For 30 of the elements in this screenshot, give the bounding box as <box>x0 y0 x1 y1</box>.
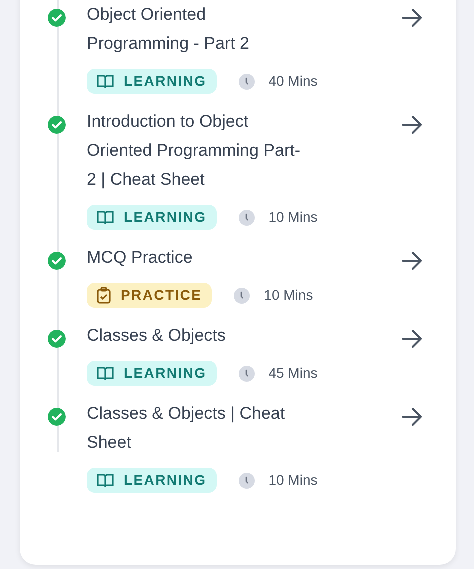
badge-label: LEARNING <box>124 72 207 91</box>
book-icon <box>97 473 114 488</box>
clock-icon <box>238 210 255 226</box>
duration-text: 10 Mins <box>264 286 314 305</box>
clock-icon <box>238 472 255 488</box>
arrow-right-icon[interactable] <box>402 408 422 426</box>
clock-icon <box>234 288 250 304</box>
arrow-right-icon[interactable] <box>402 252 422 270</box>
badge-label: LEARNING <box>124 471 207 490</box>
lesson-title[interactable]: Classes & Objects <box>87 321 309 350</box>
book-icon <box>97 366 114 381</box>
arrow-right-icon[interactable] <box>402 330 422 348</box>
duration-text: 10 Mins <box>268 471 318 490</box>
lesson-title[interactable]: Object Oriented Programming - Part 2 <box>87 0 309 58</box>
book-icon <box>97 210 114 225</box>
duration-text: 45 Mins <box>268 364 318 383</box>
badge-label: LEARNING <box>124 364 207 383</box>
clock-icon <box>238 366 255 382</box>
duration-text: 40 Mins <box>268 72 318 91</box>
lesson-title[interactable]: Classes & Objects | Cheat Sheet <box>87 399 309 457</box>
arrow-right-icon[interactable] <box>402 116 422 134</box>
clock-icon <box>238 74 255 90</box>
lesson-title[interactable]: Introduction to Object Oriented Programming Part-2 | Cheat Sheet <box>87 107 309 194</box>
badge-label: PRACTICE <box>121 286 202 305</box>
clipboard-check-icon <box>97 287 111 304</box>
lesson-title[interactable]: MCQ Practice <box>87 243 309 272</box>
duration-text: 10 Mins <box>268 208 318 227</box>
book-icon <box>97 74 114 89</box>
badge-label: LEARNING <box>124 208 207 227</box>
arrow-right-icon[interactable] <box>402 9 422 27</box>
